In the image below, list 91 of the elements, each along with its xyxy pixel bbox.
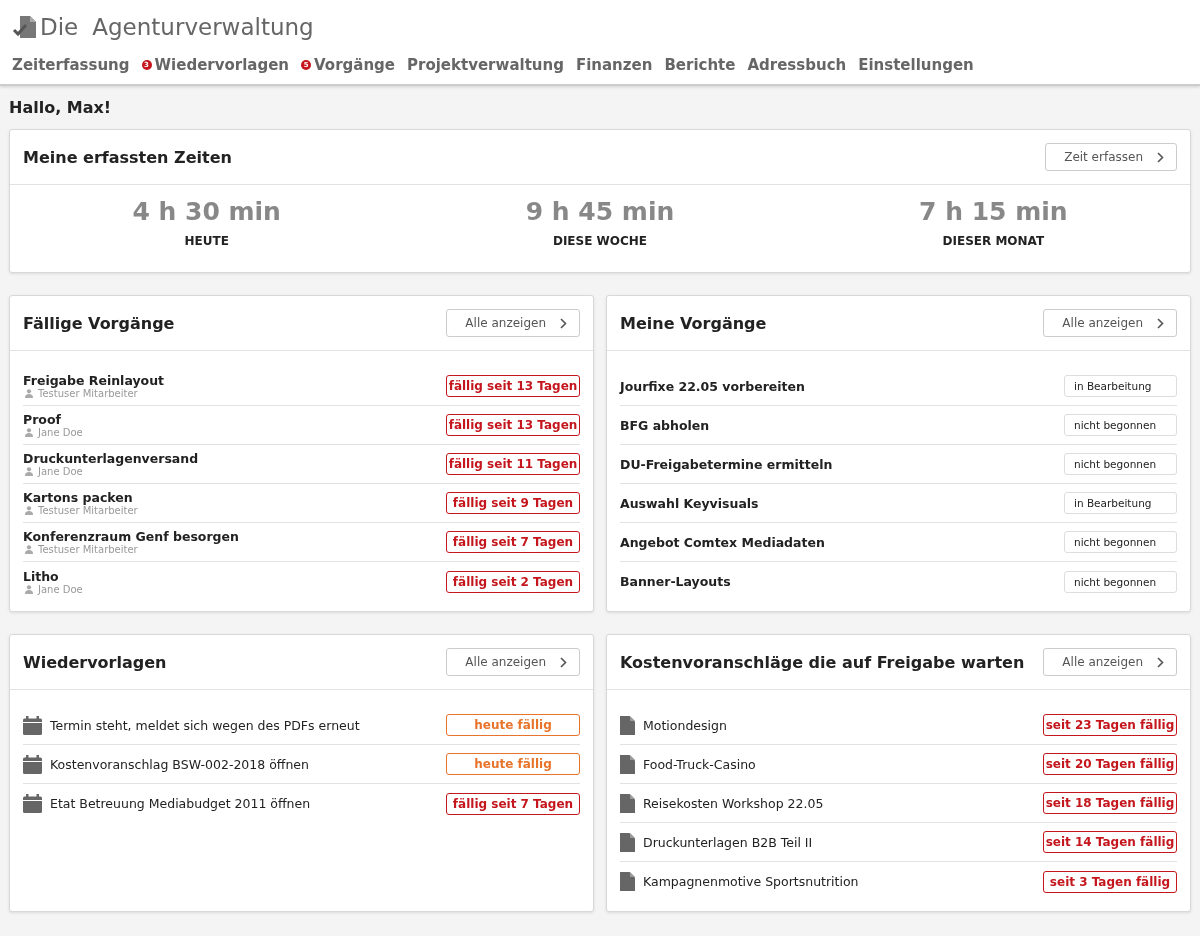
task-name[interactable]: Banner-Layouts bbox=[620, 574, 731, 589]
task-name[interactable]: Auswahl Keyvisuals bbox=[620, 495, 759, 511]
person-icon bbox=[25, 428, 33, 437]
chevron-right-icon bbox=[1157, 317, 1164, 329]
calendar-icon bbox=[23, 794, 42, 813]
task-state: nicht begonnen bbox=[1064, 453, 1177, 475]
reminder-text[interactable]: Termin steht, meldet sich wegen des PDFs erneut bbox=[50, 717, 360, 733]
task-name[interactable]: Jourfixe 22.05 vorbereiten bbox=[620, 378, 805, 394]
due-status: fällig seit 13 Tagen bbox=[446, 375, 580, 397]
due-status: fällig seit 2 Tagen bbox=[446, 570, 580, 593]
person-icon bbox=[25, 545, 33, 554]
time-value: 4 h 30 min bbox=[132, 197, 281, 226]
chevron-right-icon bbox=[1157, 151, 1164, 163]
task-name[interactable]: Freigabe Reinlayout bbox=[23, 373, 165, 388]
reminder-text[interactable]: Etat Betreuung Mediabudget 2011 öffnen bbox=[50, 796, 311, 811]
assignee-name: Jane Doe bbox=[38, 466, 83, 477]
assignee-name: Testuser Mitarbeiter bbox=[38, 544, 138, 555]
task-name[interactable]: Litho bbox=[23, 568, 83, 584]
nav-link[interactable]: Finanzen bbox=[575, 56, 653, 74]
show-all-button[interactable]: Alle anzeigen bbox=[1043, 648, 1177, 676]
task-name[interactable]: Druckunterlagenversand bbox=[23, 451, 199, 466]
due-status: seit 23 Tagen fällig bbox=[1043, 714, 1177, 736]
greeting: Hallo, Max! bbox=[9, 98, 113, 117]
chevron-right-icon bbox=[560, 656, 567, 668]
time-label: HEUTE bbox=[184, 234, 229, 248]
document-icon bbox=[620, 793, 635, 813]
app-title: Die bbox=[40, 14, 79, 40]
task-name[interactable]: Proof bbox=[23, 412, 83, 427]
estimate-name[interactable]: Reisekosten Workshop 22.05 bbox=[643, 795, 824, 811]
nav-link[interactable]: Berichte bbox=[664, 56, 736, 74]
assignee-name: Testuser Mitarbeiter bbox=[38, 388, 138, 399]
task-name[interactable]: Angebot Comtex Mediadaten bbox=[620, 534, 825, 550]
card-title: Kostenvoranschläge die auf Freigabe warten bbox=[620, 652, 1025, 672]
estimate-name[interactable]: Motiondesign bbox=[643, 717, 727, 733]
due-status: fällig seit 7 Tagen bbox=[446, 792, 580, 815]
document-icon bbox=[620, 715, 635, 735]
due-status: fällig seit 7 Tagen bbox=[446, 531, 580, 553]
nav-link[interactable]: Adressbuch bbox=[747, 56, 847, 74]
due-status: fällig seit 11 Tagen bbox=[446, 453, 580, 475]
due-status: seit 14 Tagen fällig bbox=[1043, 831, 1177, 853]
chevron-right-icon bbox=[560, 317, 567, 329]
document-icon bbox=[620, 754, 635, 774]
person-icon bbox=[25, 389, 33, 398]
document-icon bbox=[620, 872, 635, 891]
calendar-icon bbox=[23, 715, 42, 735]
assignee-name: Jane Doe bbox=[38, 427, 83, 438]
task-state: in Bearbeitung bbox=[1064, 492, 1177, 514]
person-icon bbox=[25, 506, 33, 515]
task-state: nicht begonnen bbox=[1064, 531, 1177, 553]
card-title: Fällige Vorgänge bbox=[23, 313, 175, 333]
time-label: DIESER MONAT bbox=[942, 234, 1045, 248]
due-status: fällig seit 9 Tagen bbox=[446, 492, 580, 514]
time-value: 9 h 45 min bbox=[525, 197, 675, 226]
due-status: seit 20 Tagen fällig bbox=[1043, 753, 1177, 775]
person-icon bbox=[25, 467, 33, 476]
calendar-icon bbox=[23, 754, 42, 774]
reminder-text[interactable]: Kostenvoranschlag BSW-002-2018 öffnen bbox=[50, 756, 309, 772]
assignee-name: Jane Doe bbox=[38, 583, 83, 595]
show-all-button[interactable]: Alle anzeigen bbox=[446, 648, 580, 676]
task-name[interactable]: Konferenzraum Genf besorgen bbox=[23, 529, 239, 544]
task-state: nicht begonnen bbox=[1064, 414, 1177, 436]
time-value: 7 h 15 min bbox=[919, 197, 1068, 226]
task-name[interactable]: BFG abholen bbox=[620, 417, 710, 433]
due-status: seit 3 Tagen fällig bbox=[1043, 870, 1177, 893]
due-status: seit 18 Tagen fällig bbox=[1043, 792, 1177, 814]
track-time-button[interactable]: Zeit erfassen bbox=[1045, 143, 1177, 171]
logo-icon bbox=[12, 14, 38, 40]
task-state: in Bearbeitung bbox=[1064, 375, 1177, 397]
assignee-name: Testuser Mitarbeiter bbox=[38, 505, 138, 516]
card-title: Wiedervorlagen bbox=[23, 652, 167, 672]
task-name[interactable]: Kartons packen bbox=[23, 490, 138, 505]
estimate-name[interactable]: Druckunterlagen B2B Teil II bbox=[643, 834, 813, 850]
person-icon bbox=[25, 584, 33, 594]
show-all-button[interactable]: Alle anzeigen bbox=[446, 309, 580, 337]
due-status: heute fällig bbox=[446, 753, 580, 775]
show-all-button[interactable]: Alle anzeigen bbox=[1043, 309, 1177, 337]
nav-link[interactable]: Projektverwaltung bbox=[407, 56, 564, 74]
due-status: heute fällig bbox=[446, 714, 580, 736]
nav-link[interactable]: Einstellungen bbox=[858, 56, 974, 74]
chevron-right-icon bbox=[1157, 656, 1164, 668]
card-title: Meine Vorgänge bbox=[620, 313, 767, 333]
card-title: Meine erfassten Zeiten bbox=[23, 147, 232, 167]
estimate-name[interactable]: Food-Truck-Casino bbox=[643, 756, 756, 772]
time-label: DIESE WOCHE bbox=[552, 234, 648, 248]
document-icon bbox=[620, 832, 635, 852]
nav-link[interactable]: Zeiterfassung bbox=[12, 56, 130, 74]
due-status: fällig seit 13 Tagen bbox=[446, 414, 580, 436]
estimate-name[interactable]: Kampagnenmotive Sportsnutrition bbox=[643, 874, 859, 889]
task-name[interactable]: DU-Freigabetermine ermitteln bbox=[620, 456, 833, 472]
app-title: Agenturverwaltung bbox=[92, 14, 314, 40]
task-state: nicht begonnen bbox=[1064, 570, 1177, 593]
